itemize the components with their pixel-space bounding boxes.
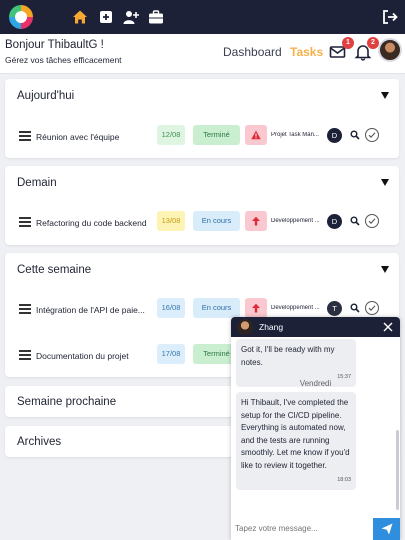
- chat-scrollbar[interactable]: [396, 430, 399, 510]
- greeting-title: Bonjour ThibaultG !: [5, 39, 104, 51]
- message-text: Hi Thibault, I've completed the setup fo…: [241, 398, 350, 470]
- priority-badge[interactable]: [245, 211, 267, 231]
- assignee-avatar: D: [327, 128, 342, 143]
- task-date: 12/08: [157, 125, 185, 145]
- close-icon[interactable]: [383, 322, 393, 332]
- task-name: Documentation du projet: [36, 351, 129, 361]
- add-icon[interactable]: [98, 9, 114, 25]
- task-date: 16/08: [157, 298, 185, 318]
- status-badge[interactable]: En cours: [193, 298, 240, 318]
- check-icon: [368, 132, 376, 138]
- task-row[interactable]: Refactoring du code backend 13/08 En cou…: [5, 204, 399, 244]
- briefcase-icon[interactable]: [148, 9, 164, 25]
- task-project: Développement ...: [271, 305, 320, 311]
- priority-badge[interactable]: [245, 125, 267, 145]
- complete-checkbox[interactable]: [365, 128, 379, 142]
- complete-checkbox[interactable]: [365, 301, 379, 315]
- nav-dashboard-link[interactable]: Dashboard: [223, 45, 282, 59]
- send-icon: [381, 523, 393, 535]
- status-badge[interactable]: En cours: [193, 211, 240, 231]
- home-icon[interactable]: [72, 9, 88, 25]
- day-separator: Vendredi: [299, 379, 332, 388]
- task-date: 17/08: [157, 344, 185, 364]
- greeting-subtitle: Gérez vos tâches efficacement: [5, 55, 122, 65]
- chat-message: Hi Thibault, I've completed the setup fo…: [236, 392, 356, 490]
- message-time: 18:03: [337, 477, 351, 483]
- assignee-avatar: D: [327, 214, 342, 229]
- section-title: Aujourd'hui: [17, 90, 75, 102]
- chat-window: Zhang Got it, I'll be ready with my note…: [231, 317, 400, 540]
- search-icon[interactable]: [350, 130, 360, 140]
- drag-handle-icon[interactable]: [19, 350, 31, 360]
- message-input[interactable]: [231, 517, 373, 540]
- app-logo[interactable]: [9, 5, 33, 29]
- contact-avatar: [237, 319, 253, 335]
- search-icon[interactable]: [350, 303, 360, 313]
- task-date: 13/08: [157, 211, 185, 231]
- logout-icon[interactable]: [382, 9, 398, 25]
- section-title: Demain: [17, 177, 57, 189]
- status-badge[interactable]: Terminé: [193, 125, 240, 145]
- chat-header: Zhang: [231, 317, 400, 337]
- section-title: Archives: [17, 436, 62, 448]
- message-text: Got it, I'll be ready with my notes.: [241, 345, 335, 367]
- chevron-down-icon[interactable]: [381, 179, 389, 186]
- task-project: Projet Task Man...: [271, 132, 319, 138]
- contact-name: Zhang: [259, 322, 284, 332]
- nav-tasks-link[interactable]: Tasks: [290, 45, 323, 59]
- task-row[interactable]: Réunion avec l'équipe 12/08 Terminé Proj…: [5, 118, 399, 158]
- add-user-icon[interactable]: [123, 9, 139, 25]
- section-title: Semaine prochaine: [17, 396, 117, 408]
- bell-icon[interactable]: 2: [354, 37, 379, 61]
- drag-handle-icon[interactable]: [19, 304, 31, 314]
- complete-checkbox[interactable]: [365, 214, 379, 228]
- arrow-up-icon: [252, 216, 260, 226]
- check-icon: [368, 305, 376, 311]
- assignee-avatar: T: [327, 301, 342, 316]
- warning-icon: [251, 130, 261, 140]
- task-name: Intégration de l'API de paie...: [36, 305, 145, 315]
- arrow-up-icon: [252, 303, 260, 313]
- task-name: Refactoring du code backend: [36, 218, 147, 228]
- page-header: Bonjour ThibaultG ! Gérez vos tâches eff…: [0, 34, 405, 74]
- messages-icon[interactable]: 1: [329, 37, 354, 61]
- drag-handle-icon[interactable]: [19, 131, 31, 141]
- send-button[interactable]: [373, 518, 400, 540]
- chevron-down-icon[interactable]: [381, 266, 389, 273]
- chevron-down-icon[interactable]: [381, 92, 389, 99]
- task-project: Développement ...: [271, 218, 320, 224]
- messages-badge: 1: [342, 37, 354, 49]
- user-avatar[interactable]: [378, 38, 402, 62]
- check-icon: [368, 218, 376, 224]
- drag-handle-icon[interactable]: [19, 217, 31, 227]
- search-icon[interactable]: [350, 216, 360, 226]
- top-navbar: [0, 0, 405, 34]
- task-name: Réunion avec l'équipe: [36, 132, 120, 142]
- priority-badge[interactable]: [245, 298, 267, 318]
- section-title: Cette semaine: [17, 264, 92, 276]
